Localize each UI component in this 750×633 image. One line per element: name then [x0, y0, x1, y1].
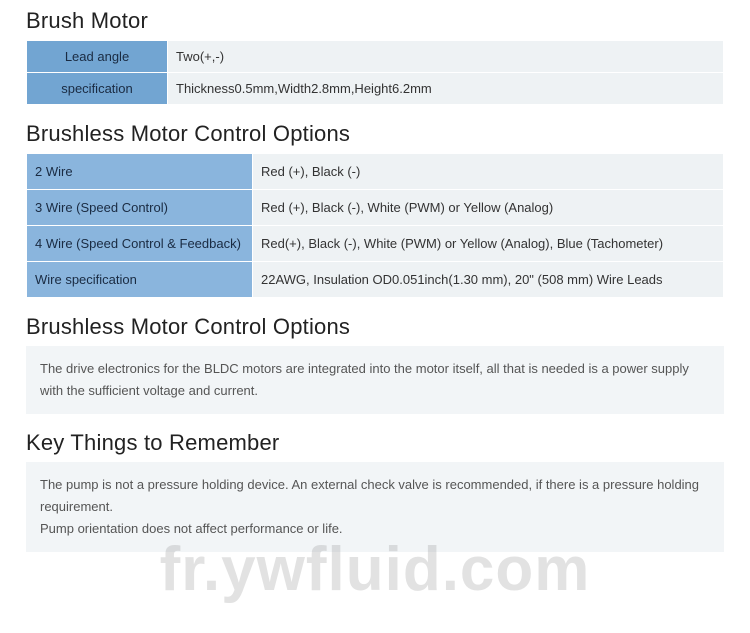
table-row: 2 Wire Red (+), Black (-): [27, 154, 723, 189]
cell-value: Red(+), Black (-), White (PWM) or Yellow…: [253, 226, 723, 261]
heading-brush-motor: Brush Motor: [26, 8, 724, 34]
note-key-things: The pump is not a pressure holding devic…: [26, 462, 724, 552]
heading-key-things: Key Things to Remember: [26, 430, 724, 456]
table-row: Lead angle Two(+,-): [27, 41, 723, 72]
table-row: specification Thickness0.5mm,Width2.8mm,…: [27, 73, 723, 104]
heading-brushless-options: Brushless Motor Control Options: [26, 121, 724, 147]
cell-label: Wire specification: [27, 262, 252, 297]
table-row: Wire specification 22AWG, Insulation OD0…: [27, 262, 723, 297]
cell-label: Lead angle: [27, 41, 167, 72]
cell-label: 4 Wire (Speed Control & Feedback): [27, 226, 252, 261]
cell-value: Thickness0.5mm,Width2.8mm,Height6.2mm: [168, 73, 723, 104]
cell-value: Red (+), Black (-): [253, 154, 723, 189]
table-brushless-options: 2 Wire Red (+), Black (-) 3 Wire (Speed …: [26, 153, 724, 298]
cell-label: 3 Wire (Speed Control): [27, 190, 252, 225]
table-row: 3 Wire (Speed Control) Red (+), Black (-…: [27, 190, 723, 225]
heading-brushless-note: Brushless Motor Control Options: [26, 314, 724, 340]
cell-label: 2 Wire: [27, 154, 252, 189]
table-row: 4 Wire (Speed Control & Feedback) Red(+)…: [27, 226, 723, 261]
table-brush-motor: Lead angle Two(+,-) specification Thickn…: [26, 40, 724, 105]
cell-value: 22AWG, Insulation OD0.051inch(1.30 mm), …: [253, 262, 723, 297]
note-brushless: The drive electronics for the BLDC motor…: [26, 346, 724, 414]
cell-label: specification: [27, 73, 167, 104]
cell-value: Red (+), Black (-), White (PWM) or Yello…: [253, 190, 723, 225]
cell-value: Two(+,-): [168, 41, 723, 72]
